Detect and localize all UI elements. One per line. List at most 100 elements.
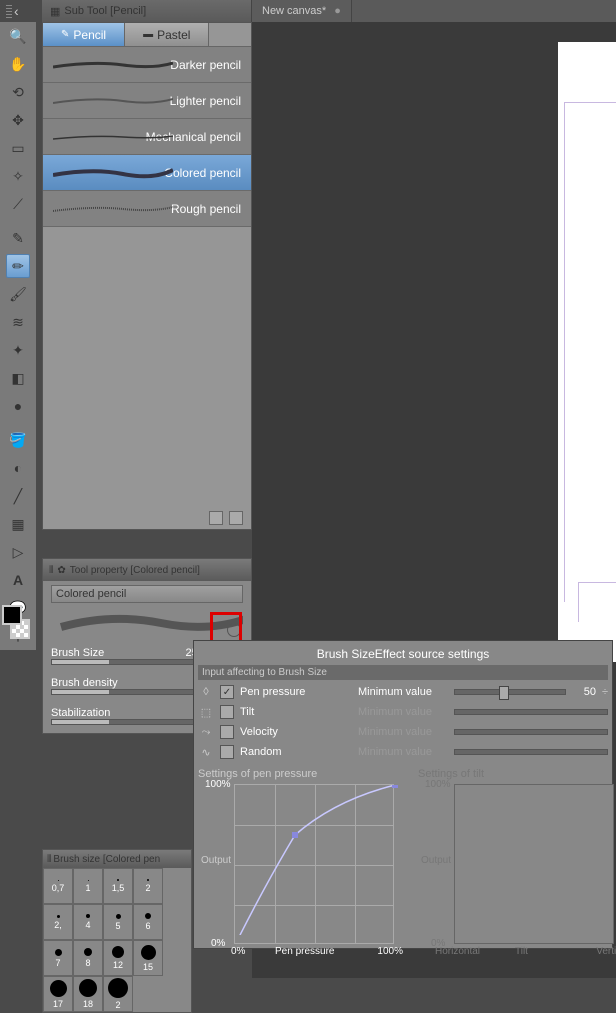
brush-size-cell[interactable]: 7 (43, 940, 73, 976)
tool-eyedropper[interactable]: ⟋ (6, 192, 30, 216)
left-toolbar: 🔍 ✋ ⟲ ✥ ▭ ✧ ⟋ ✎ ✏ 🖌 ≋ ✦ ◧ ● 🪣 ◐ ╱ ▦ ▷ A … (0, 22, 36, 650)
canvas[interactable] (558, 42, 616, 662)
stroke-preview (53, 201, 173, 217)
tool-move[interactable]: ✥ (6, 108, 30, 132)
magnify-icon[interactable] (227, 623, 241, 637)
delete-subtool-button[interactable] (229, 511, 243, 525)
min-value-column: Minimum value 50 ÷ Minimum value Minimum… (358, 682, 608, 762)
tool-ruler[interactable]: ▷ (6, 540, 30, 564)
brush-size-cell[interactable]: 2, (43, 904, 73, 940)
pressure-graph: Settings of pen pressure 100% Output 0% … (198, 768, 398, 944)
input-random[interactable]: ∿ Random (198, 742, 348, 762)
tool-fill[interactable]: 🪣 (6, 428, 30, 452)
stroke-preview (53, 57, 173, 73)
input-velocity[interactable]: ⤳ Velocity (198, 722, 348, 742)
min-value-pressure: Minimum value 50 ÷ (358, 682, 608, 702)
tool-line[interactable]: ╱ (6, 484, 30, 508)
close-icon[interactable]: ● (334, 5, 341, 17)
min-value[interactable]: 50 (572, 686, 596, 698)
pencil-icon: ✎ (61, 29, 69, 40)
pastel-icon: ▬ (143, 29, 153, 40)
palette-icon: ▦ (50, 5, 60, 18)
input-pen-pressure[interactable]: ◊ Pen pressure (198, 682, 348, 702)
axis-label: Pen pressure (275, 946, 334, 957)
brush-size-cell[interactable]: 4 (73, 904, 103, 940)
grip-icon: ⦀ (49, 565, 53, 576)
subtool-panel-title: ▦ Sub Tool [Pencil] (42, 0, 252, 22)
collapse-icon: ‹ (14, 3, 19, 19)
pencil-label: Rough pencil (171, 202, 241, 216)
checkbox[interactable] (220, 745, 234, 759)
subtool-panel: ✎ Pencil ▬ Pastel Darker pencil Lighter … (42, 22, 252, 530)
checkbox[interactable] (220, 705, 234, 719)
pencil-item-colored[interactable]: Colored pencil (43, 155, 251, 191)
pencil-item-mechanical[interactable]: Mechanical pencil (43, 119, 251, 155)
brush-size-cell[interactable]: 17 (43, 976, 73, 1012)
canvas-tab-label: New canvas* (262, 5, 326, 17)
pressure-curve-graph[interactable]: 100% Output 0% 0% Pen pressure 100% (234, 784, 394, 944)
brush-size-cell[interactable]: 12 (103, 940, 133, 976)
brush-size-cell[interactable]: 8 (73, 940, 103, 976)
random-icon: ∿ (198, 746, 214, 759)
brush-size-cell[interactable]: 15 (133, 940, 163, 976)
panel-handle[interactable]: ‹ (0, 0, 42, 22)
tool-hand[interactable]: ✋ (6, 52, 30, 76)
canvas-tab[interactable]: New canvas* ● (252, 0, 352, 22)
tool-wand[interactable]: ✧ (6, 164, 30, 188)
min-slider[interactable] (454, 689, 566, 695)
min-label: Minimum value (358, 726, 448, 738)
brush-size-cell[interactable]: 1 (73, 868, 103, 904)
axis-label: 0% (231, 946, 245, 957)
tool-text[interactable]: A (6, 568, 30, 592)
pencil-label: Darker pencil (170, 58, 241, 72)
axis-label: Vertical (596, 946, 616, 957)
pencil-item-rough[interactable]: Rough pencil (43, 191, 251, 227)
stroke-preview (53, 129, 173, 145)
brush-size-cell[interactable]: 5 (103, 904, 133, 940)
brush-size-cell[interactable]: 2 (103, 976, 133, 1012)
foreground-color[interactable] (2, 605, 22, 625)
tool-decoration[interactable]: ✦ (6, 338, 30, 362)
grip-icon: ⦀ (47, 854, 51, 865)
input-label: Tilt (240, 706, 254, 718)
min-label: Minimum value (358, 686, 448, 698)
brush-size-cell[interactable]: 6 (133, 904, 163, 940)
tilt-curve-graph: 100% Output 0% Horizontal Tilt Vertical (454, 784, 614, 944)
tool-property-title-text: Tool property [Colored pencil] (70, 565, 200, 576)
min-label: Minimum value (358, 706, 448, 718)
tool-magnify[interactable]: 🔍 (6, 24, 30, 48)
input-tilt[interactable]: ⬚ Tilt (198, 702, 348, 722)
tool-pen[interactable]: ✎ (6, 226, 30, 250)
brush-size-cell[interactable]: 1,5 (103, 868, 133, 904)
brush-size-label: Brush Size (51, 647, 169, 659)
brush-preview (51, 603, 243, 639)
tool-marquee[interactable]: ▭ (6, 136, 30, 160)
popup-title: Brush SizeEffect source settings (198, 645, 608, 663)
tool-figure[interactable]: ▦ (6, 512, 30, 536)
tool-eraser[interactable]: ◧ (6, 366, 30, 390)
subtool-footer (43, 507, 251, 529)
new-subtool-button[interactable] (209, 511, 223, 525)
stroke-preview (53, 165, 173, 181)
checkbox[interactable] (220, 725, 234, 739)
tab-pastel[interactable]: ▬ Pastel (125, 23, 209, 46)
tool-airbrush[interactable]: ≋ (6, 310, 30, 334)
brush-size-cell[interactable]: 0,7 (43, 868, 73, 904)
subtool-title-text: Sub Tool [Pencil] (64, 5, 146, 17)
tool-pencil[interactable]: ✏ (6, 254, 30, 278)
tool-gradient[interactable]: ◐ (6, 456, 30, 480)
axis-label: 100% (425, 779, 451, 790)
tab-label: Pastel (157, 28, 190, 42)
brush-size-cell[interactable]: 18 (73, 976, 103, 1012)
color-swatches[interactable] (2, 605, 34, 639)
brush-size-cell[interactable]: 2 (133, 868, 163, 904)
pencil-item-darker[interactable]: Darker pencil (43, 47, 251, 83)
tab-pencil[interactable]: ✎ Pencil (43, 23, 125, 46)
checkbox[interactable] (220, 685, 234, 699)
pencil-item-lighter[interactable]: Lighter pencil (43, 83, 251, 119)
tool-brush[interactable]: 🖌 (6, 282, 30, 306)
min-label: Minimum value (358, 746, 448, 758)
gear-icon: ✿ (57, 565, 65, 576)
tool-rotate[interactable]: ⟲ (6, 80, 30, 104)
tool-blend[interactable]: ● (6, 394, 30, 418)
